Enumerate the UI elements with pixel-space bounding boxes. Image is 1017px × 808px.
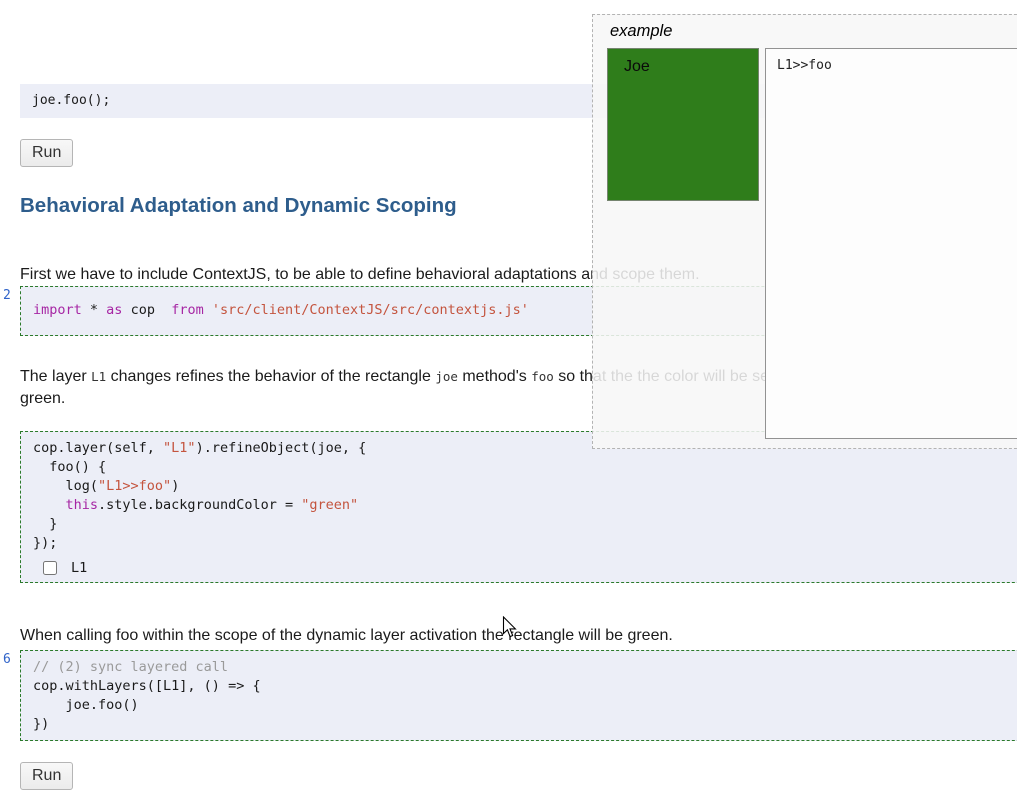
code-line: cop.withLayers([L1], () => { <box>33 678 261 694</box>
inline-code-joe: joe <box>435 369 458 384</box>
code-line: log("L1>>foo") <box>33 478 180 494</box>
log-output-pane: L1>>foo <box>765 48 1017 439</box>
mouse-cursor-icon <box>502 616 517 638</box>
code-line: } <box>33 516 58 532</box>
example-window[interactable]: example Joe L1>>foo <box>592 14 1017 449</box>
line-number: 6 <box>3 652 11 667</box>
code-line: this.style.backgroundColor = "green" <box>65 497 359 513</box>
code-editor[interactable]: // (2) sync layered call cop.withLayers([… <box>33 658 1017 734</box>
paragraph-line-2: green. <box>20 390 66 407</box>
code-line: joe.foo() <box>33 697 139 713</box>
code-line: }); <box>33 535 58 551</box>
code-line: // (2) sync layered call <box>33 659 229 675</box>
line-number: 2 <box>3 288 11 303</box>
joe-rectangle-label: Joe <box>624 58 650 75</box>
layer-toggle-label: L1 <box>71 560 88 576</box>
code-editor[interactable]: cop.layer(self, "L1").refineObject(joe, … <box>33 439 1017 553</box>
inline-code-foo: foo <box>531 369 554 384</box>
layer-toggle-checkbox[interactable] <box>43 561 57 575</box>
code-cell-5[interactable]: 5 cop.layer(self, "L1").refineObject(joe… <box>20 431 1017 583</box>
code-line: foo() { <box>33 459 107 475</box>
window-title: example <box>610 22 673 40</box>
code-cell-6[interactable]: 6 // (2) sync layered call cop.withLayers… <box>3 650 1017 741</box>
page-title: Behavioral Adaptation and Dynamic Scopin… <box>20 194 457 217</box>
joe-rectangle[interactable]: Joe <box>607 48 759 201</box>
run-button-1[interactable]: Run <box>20 139 74 167</box>
run-button-2[interactable]: Run <box>20 762 74 790</box>
inline-code-L1: L1 <box>91 369 107 384</box>
paragraph-activation: When calling foo within the scope of the… <box>20 627 673 644</box>
log-output-text: L1>>foo <box>777 58 832 73</box>
layer-toggle-row: L1 <box>43 557 1017 579</box>
code-line: }) <box>33 716 50 732</box>
